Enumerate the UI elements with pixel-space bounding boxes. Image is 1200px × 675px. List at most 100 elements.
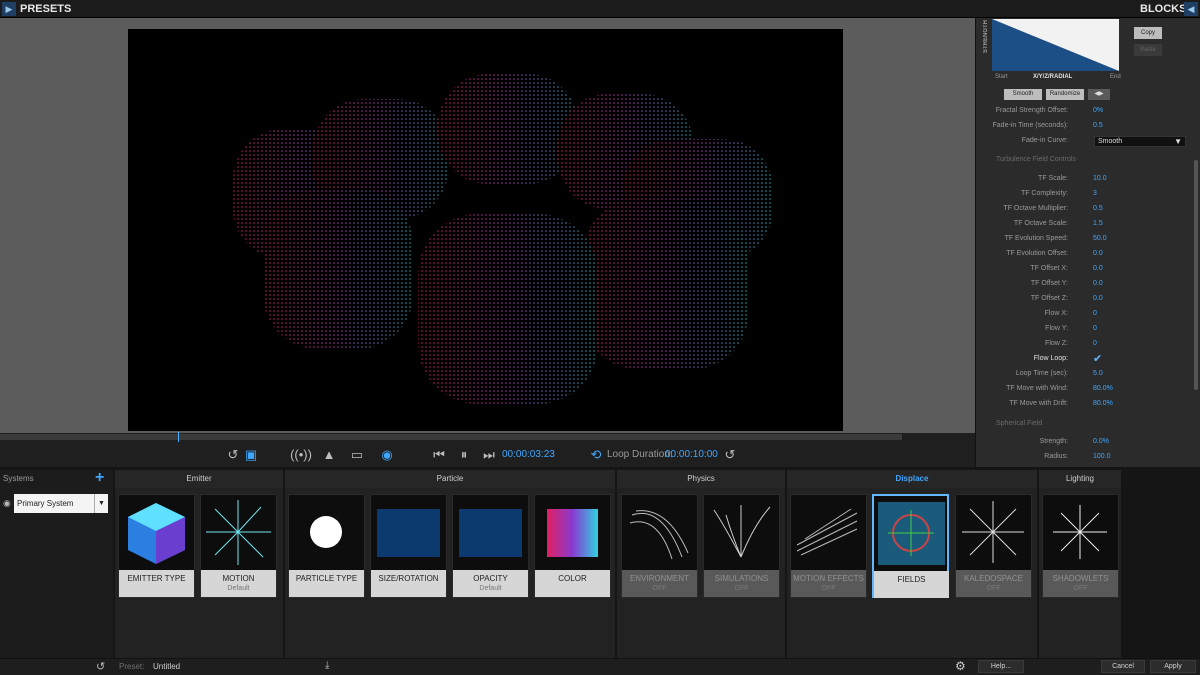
param-row: Fractal Strength Offset: 0% [978, 104, 1193, 118]
tile-simulations[interactable]: SIMULATIONS OFF [703, 494, 780, 598]
pause-icon[interactable]: ⏸ [455, 448, 473, 462]
strength-graph[interactable] [992, 19, 1119, 71]
param-value[interactable]: 0 [1093, 325, 1097, 332]
param-row: TF Octave Scale: 1.5 [978, 217, 1193, 231]
tile-shadowlets[interactable]: SHADOWLETS OFF [1042, 494, 1119, 598]
param-value[interactable]: 0.0 [1093, 265, 1103, 272]
system-select[interactable]: Primary System [14, 494, 94, 513]
param-value[interactable]: 0 [1093, 310, 1097, 317]
visibility-eye-icon[interactable]: ◉ [3, 498, 11, 509]
checkmark-icon[interactable]: ✔ [1093, 352, 1102, 365]
param-row: Flow Y: 0 [978, 322, 1193, 336]
fade-curve-select[interactable]: Smooth ▼ [1094, 136, 1186, 147]
tile-fields[interactable]: FIELDS [872, 494, 949, 598]
smooth-button[interactable]: Smooth [1004, 89, 1042, 100]
tile-environment[interactable]: ENVIRONMENT OFF [621, 494, 698, 598]
tile-sublabel: Default [227, 585, 250, 592]
preview-canvas[interactable] [128, 29, 843, 431]
fields-thumbnail [874, 496, 949, 571]
paste-button[interactable]: Paste [1134, 44, 1162, 56]
timeline-track[interactable] [0, 434, 902, 440]
eye-icon[interactable]: ◉ [376, 448, 398, 462]
category-particle[interactable]: Particle [285, 470, 615, 488]
param-row: TF Move with Drift: 80.0% [978, 397, 1193, 411]
simulations-thumbnail [704, 495, 779, 570]
param-value[interactable]: 0.0 [1093, 250, 1103, 257]
param-value[interactable]: 0.5 [1093, 122, 1103, 129]
preset-name[interactable]: Untitled [153, 662, 180, 671]
param-label: TF Offset X: [1030, 265, 1068, 272]
category-emitter[interactable]: Emitter [115, 470, 283, 488]
reset-icon[interactable]: ↺ [96, 660, 105, 673]
category-lighting[interactable]: Lighting [1039, 470, 1121, 488]
camera-icon[interactable]: ▣ [242, 448, 260, 462]
param-label: TF Octave Multiplier: [1003, 205, 1068, 212]
randomize-button[interactable]: Randomize [1046, 89, 1084, 100]
param-value[interactable]: 0 [1093, 340, 1097, 347]
category-displace[interactable]: Displace [787, 470, 1037, 488]
size-rotation-thumbnail [371, 495, 446, 570]
tile-motion[interactable]: MOTION Default [200, 494, 277, 598]
param-label: Loop Time (sec): [1015, 370, 1068, 377]
param-row: TF Offset Z: 0.0 [978, 292, 1193, 306]
param-label: TF Offset Z: [1030, 295, 1068, 302]
graph-end-label: End [1110, 74, 1121, 80]
param-value[interactable]: 100.0 [1093, 453, 1111, 460]
skip-forward-icon[interactable]: ⏭ [480, 448, 498, 462]
param-value[interactable]: 3 [1093, 190, 1097, 197]
param-value[interactable]: 80.0% [1093, 400, 1113, 407]
gear-icon[interactable]: ⚙ [955, 659, 966, 673]
road-icon[interactable]: ▲ [320, 448, 338, 462]
loop-duration-value[interactable]: 00:00:10:00 [665, 449, 718, 460]
param-row: TF Evolution Speed: 50.0 [978, 232, 1193, 246]
apply-button[interactable]: Apply [1150, 660, 1196, 673]
param-value[interactable]: 10.0 [1093, 175, 1107, 182]
copy-button[interactable]: Copy [1134, 27, 1162, 39]
help-button[interactable]: Help... [978, 660, 1024, 673]
presets-title[interactable]: PRESETS [20, 3, 71, 15]
param-value[interactable]: 80.0% [1093, 385, 1113, 392]
broadcast-icon[interactable]: ((•)) [290, 448, 312, 462]
param-row: Flow Z: 0 [978, 337, 1193, 351]
reset-loop-icon[interactable]: ↺ [721, 448, 739, 462]
tile-motion-effects[interactable]: MOTION EFFECTS OFF [790, 494, 867, 598]
chevron-left-icon[interactable]: ◀ [1184, 2, 1198, 16]
graph-mode-label[interactable]: X/Y/Z/RADIAL [1033, 74, 1072, 80]
fade-curve-value: Smooth [1098, 138, 1123, 145]
param-value[interactable]: 0.0 [1093, 295, 1103, 302]
add-system-icon[interactable]: + [95, 469, 104, 487]
loop-icon[interactable]: ⟲ [587, 448, 605, 462]
param-value[interactable]: 0.0 [1093, 280, 1103, 287]
blocks-title[interactable]: BLOCKS [1140, 3, 1186, 15]
param-value[interactable]: 50.0 [1093, 235, 1107, 242]
playhead[interactable] [178, 432, 179, 442]
side-scrollbar[interactable] [1194, 160, 1198, 390]
tile-kaleidospace[interactable]: KALEDOSPACE OFF [955, 494, 1032, 598]
chevron-down-icon[interactable]: ▼ [94, 494, 108, 513]
tile-color[interactable]: COLOR [534, 494, 611, 598]
category-physics[interactable]: Physics [617, 470, 785, 488]
param-value[interactable]: 0% [1093, 107, 1103, 114]
tile-particle-type[interactable]: PARTICLE TYPE [288, 494, 365, 598]
tile-label: SHADOWLETS [1052, 574, 1109, 583]
tile-label: MOTION EFFECTS [793, 574, 864, 583]
undo-icon[interactable]: ↺ [224, 448, 242, 462]
param-value[interactable]: 0.5 [1093, 205, 1103, 212]
skip-back-icon[interactable]: ⏮ [430, 448, 448, 462]
param-value[interactable]: 1.5 [1093, 220, 1103, 227]
param-row: TF Evolution Offset: 0.0 [978, 247, 1193, 261]
window-icon[interactable]: ▭ [348, 448, 366, 462]
param-row: Flow X: 0 [978, 307, 1193, 321]
tile-size-rotation[interactable]: SIZE/ROTATION [370, 494, 447, 598]
param-value[interactable]: 0.0% [1093, 438, 1109, 445]
tile-sublabel: OFF [652, 585, 667, 592]
shadowlets-thumbnail [1043, 495, 1118, 570]
tile-opacity[interactable]: OPACITY Default [452, 494, 529, 598]
param-label: Fade-in Time (seconds): [992, 122, 1068, 129]
cancel-button[interactable]: Cancel [1101, 660, 1145, 673]
save-preset-icon[interactable]: ⤓ [325, 660, 329, 671]
param-value[interactable]: 5.0 [1093, 370, 1103, 377]
chevron-right-icon[interactable]: ▶ [2, 2, 16, 16]
tile-emitter-type[interactable]: EMITTER TYPE [118, 494, 195, 598]
arrows-icon[interactable]: ◀▶ [1088, 89, 1110, 100]
